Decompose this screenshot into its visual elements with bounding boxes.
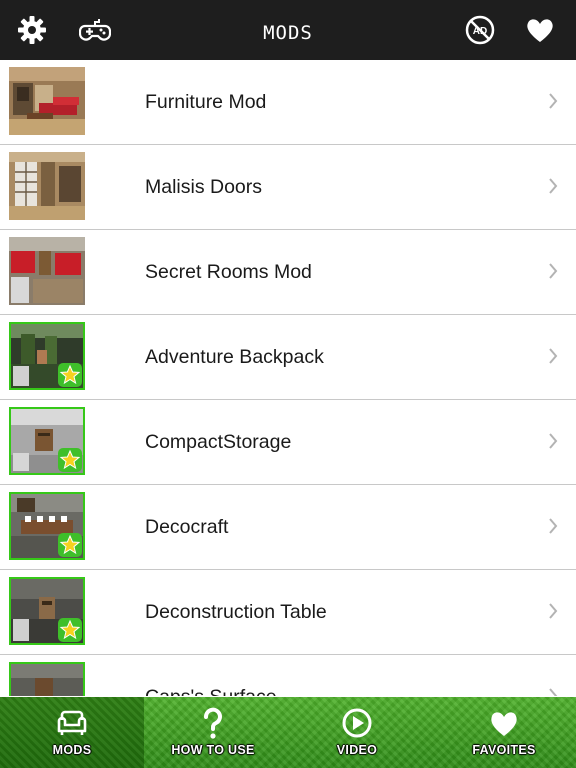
mod-thumbnail (9, 662, 85, 696)
list-item-label: Caps's Surface (145, 655, 277, 696)
star-favorite-icon (58, 533, 82, 557)
list-item-label: Malisis Doors (145, 176, 263, 198)
tab-label: VIDEO (336, 743, 378, 757)
heart-icon[interactable] (524, 14, 556, 46)
mod-thumbnail (9, 492, 85, 560)
tab-label: FAVOITES (472, 743, 536, 757)
mod-thumbnail (9, 237, 85, 305)
play-icon (340, 706, 374, 740)
list-item[interactable]: Deconstruction Table (0, 570, 576, 655)
chevron-right-icon (549, 178, 558, 194)
star-favorite-icon (58, 363, 82, 387)
star-favorite-icon (58, 618, 82, 642)
mod-list: Furniture Mod Malisis Doors Secret Rooms… (0, 60, 576, 696)
chevron-right-icon (549, 93, 558, 109)
list-item[interactable]: Adventure Backpack (0, 315, 576, 400)
question-icon (196, 706, 230, 740)
list-item[interactable]: CompactStorage (0, 400, 576, 485)
list-item[interactable]: Decocraft (0, 485, 576, 570)
tab-mods[interactable]: MODS (0, 697, 144, 768)
mod-thumbnail (9, 152, 85, 220)
tab-label: HOW TO USE (171, 743, 255, 757)
list-item[interactable]: Caps's Surface (0, 655, 576, 696)
star-favorite-icon (58, 448, 82, 472)
mod-thumbnail (9, 577, 85, 645)
tab-video[interactable]: VIDEO (285, 697, 429, 768)
chevron-right-icon (549, 688, 558, 696)
mod-thumbnail (9, 407, 85, 475)
list-item-label: CompactStorage (145, 431, 292, 453)
tab-label: MODS (52, 743, 92, 757)
chevron-right-icon (549, 603, 558, 619)
list-item-label: Decocraft (145, 516, 229, 538)
no-ads-icon[interactable]: AD (464, 14, 496, 46)
mod-thumbnail (9, 67, 85, 135)
list-item-label: Adventure Backpack (145, 346, 324, 368)
tab-favorites[interactable]: FAVOITES (432, 697, 576, 768)
chevron-right-icon (549, 348, 558, 364)
sofa-icon (55, 706, 89, 740)
top-nav-bar: MODS AD (0, 0, 576, 60)
heart-icon (487, 706, 521, 740)
tab-how-to-use[interactable]: HOW TO USE (141, 697, 285, 768)
list-item-label: Deconstruction Table (145, 601, 327, 623)
list-item[interactable]: Malisis Doors (0, 145, 576, 230)
mod-thumbnail (9, 322, 85, 390)
list-item-label: Furniture Mod (145, 91, 267, 113)
list-item[interactable]: Secret Rooms Mod (0, 230, 576, 315)
list-item-label: Secret Rooms Mod (145, 261, 312, 283)
chevron-right-icon (549, 263, 558, 279)
bottom-tab-bar: MODS HOW TO USE VIDEO FAVOITES (0, 697, 576, 768)
list-item[interactable]: Furniture Mod (0, 60, 576, 145)
chevron-right-icon (549, 433, 558, 449)
chevron-right-icon (549, 518, 558, 534)
